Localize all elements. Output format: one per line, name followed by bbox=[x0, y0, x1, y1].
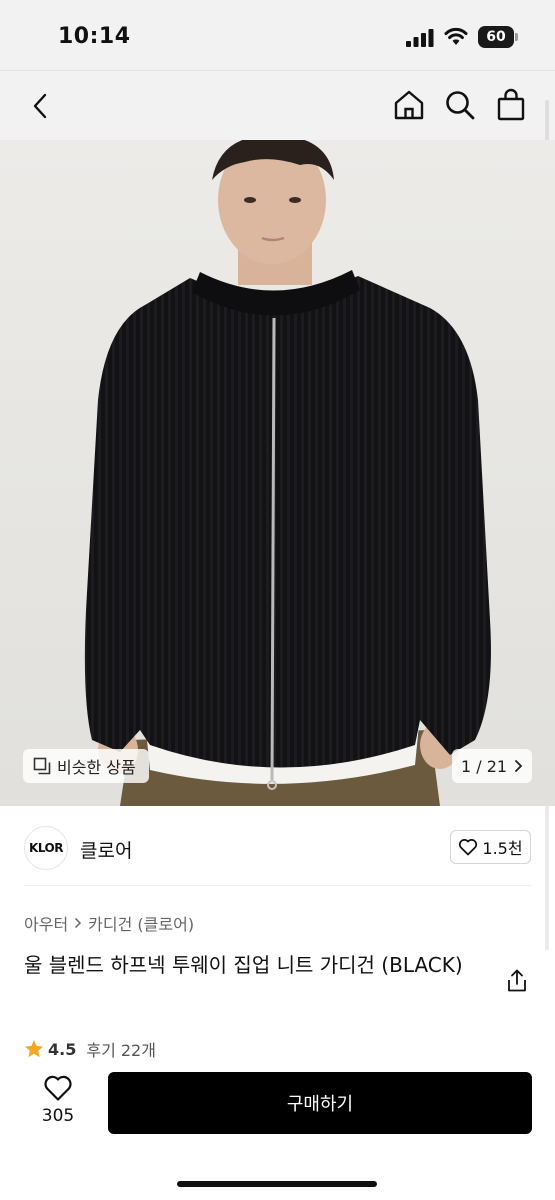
review-count: 후기 22개 bbox=[86, 1041, 156, 1060]
rating-value: 4.5 bbox=[48, 1039, 77, 1059]
buy-button[interactable]: 구매하기 bbox=[108, 1072, 532, 1134]
status-time: 10:14 bbox=[58, 24, 131, 49]
chevron-right-icon bbox=[75, 917, 82, 929]
search-button[interactable] bbox=[443, 88, 477, 122]
home-button[interactable] bbox=[392, 88, 426, 122]
product-image[interactable] bbox=[0, 140, 555, 806]
brand-name[interactable]: 클로어 bbox=[80, 836, 132, 863]
share-icon bbox=[508, 969, 526, 992]
brand-logo[interactable]: KLOR bbox=[24, 826, 68, 870]
brand-like-count: 1.5천 bbox=[482, 839, 523, 858]
similar-products-label: 비슷한 상품 bbox=[57, 758, 136, 777]
search-icon bbox=[446, 91, 475, 120]
product-title: 울 블렌드 하프넥 투웨이 집업 니트 가디건 (BLACK) bbox=[24, 953, 463, 977]
rating-summary[interactable]: 4.5 후기 22개 bbox=[24, 1038, 156, 1060]
cart-button[interactable] bbox=[494, 87, 528, 121]
battery-level: 60 bbox=[486, 29, 506, 45]
brand-like-button[interactable]: 1.5천 bbox=[450, 830, 531, 864]
image-page-indicator[interactable]: 1 / 21 bbox=[452, 749, 532, 783]
page-indicator-text: 1 / 21 bbox=[461, 756, 508, 776]
product-photo-illustration bbox=[0, 140, 555, 806]
wishlist-button[interactable]: 305 bbox=[30, 1074, 86, 1134]
brand-row[interactable]: KLOR 클로어 1.5천 bbox=[0, 806, 555, 886]
top-nav-bar bbox=[0, 70, 555, 140]
cellular-signal-icon bbox=[406, 29, 434, 47]
star-icon bbox=[25, 1040, 43, 1058]
share-button[interactable] bbox=[503, 967, 531, 995]
status-bar: 10:14 60 bbox=[0, 0, 555, 70]
heart-icon bbox=[459, 839, 478, 856]
battery-icon: 60 bbox=[478, 26, 518, 48]
wishlist-count: 305 bbox=[41, 1106, 75, 1126]
chevron-right-icon bbox=[515, 760, 523, 772]
similar-products-button[interactable]: 비슷한 상품 bbox=[23, 749, 149, 783]
shopping-bag-icon bbox=[497, 88, 525, 121]
heart-icon bbox=[44, 1075, 72, 1101]
copy-icon bbox=[33, 757, 51, 775]
chevron-left-icon bbox=[33, 93, 47, 119]
back-button[interactable] bbox=[24, 89, 58, 123]
breadcrumb-subcategory[interactable]: 카디건 (클로어) bbox=[88, 911, 194, 935]
home-indicator bbox=[177, 1181, 377, 1187]
home-icon bbox=[394, 90, 424, 120]
breadcrumb: 아우터 카디건 (클로어) bbox=[24, 911, 194, 935]
divider bbox=[24, 885, 531, 886]
wifi-icon bbox=[444, 27, 468, 45]
breadcrumb-category[interactable]: 아우터 bbox=[24, 911, 68, 935]
bottom-action-bar: 305 구매하기 bbox=[0, 1058, 555, 1200]
